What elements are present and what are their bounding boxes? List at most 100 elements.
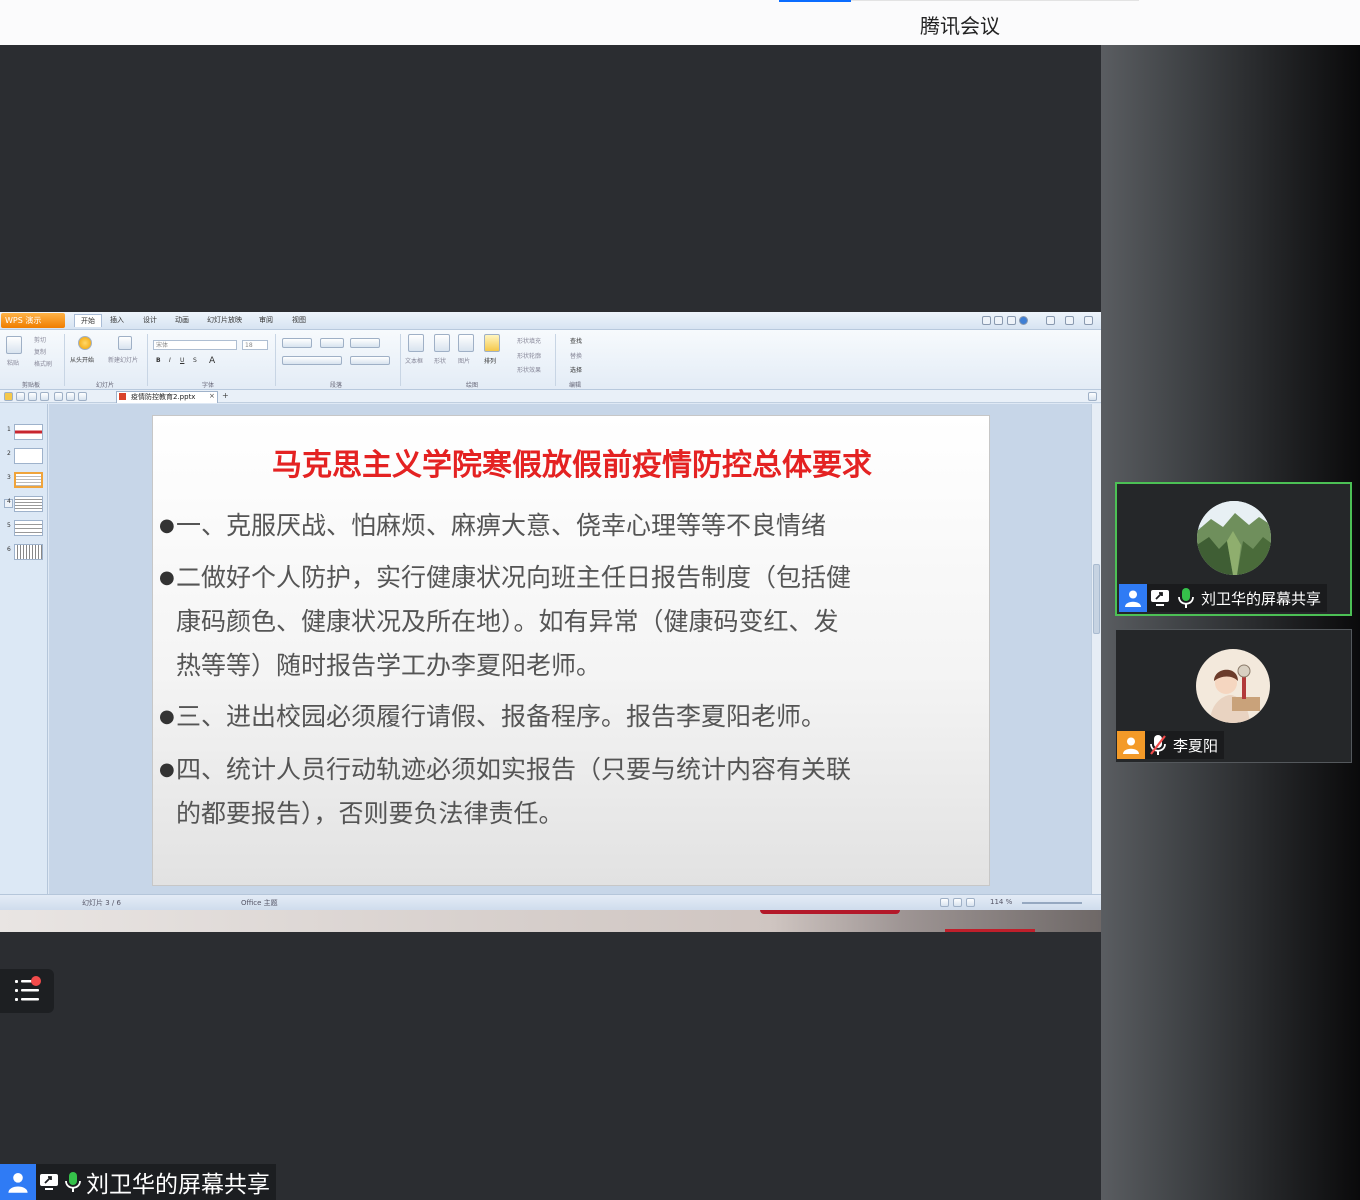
help-icon[interactable] bbox=[1019, 316, 1028, 325]
minimize-icon[interactable] bbox=[1046, 316, 1055, 325]
print-icon[interactable] bbox=[40, 392, 49, 401]
select-button[interactable]: 选择 bbox=[570, 365, 582, 374]
new-slide-label: 新建幻灯片 bbox=[108, 357, 139, 364]
save-icon[interactable] bbox=[16, 392, 25, 401]
scrollbar-thumb[interactable] bbox=[1093, 564, 1100, 634]
slide-thumbnail[interactable] bbox=[14, 520, 43, 536]
group-paragraph: 段落 bbox=[330, 382, 343, 389]
wps-logo-menu[interactable]: WPS 演示 bbox=[1, 313, 65, 328]
zoom-slider[interactable] bbox=[1022, 902, 1082, 904]
group-font: 字体 bbox=[202, 382, 215, 389]
font-name-select[interactable]: 宋体 bbox=[153, 340, 237, 350]
wps-tab-insert[interactable]: 插入 bbox=[110, 315, 124, 325]
presenter-name: 刘卫华的屏幕共享 bbox=[86, 1172, 270, 1198]
group-editing: 编辑 bbox=[569, 382, 582, 389]
wps-tab-animation[interactable]: 动画 bbox=[175, 315, 189, 325]
slide-counter: 幻灯片 3 / 6 bbox=[82, 899, 121, 907]
document-tab[interactable]: 疫情防控教育2.pptx bbox=[116, 391, 218, 403]
participant-tile-active[interactable]: 刘卫华的屏幕共享 bbox=[1115, 482, 1352, 616]
find-button[interactable]: 查找 bbox=[570, 336, 582, 345]
play-from-start-icon[interactable] bbox=[78, 336, 92, 350]
copy-button[interactable]: 复制 bbox=[34, 347, 46, 356]
slide-thumbnail-panel: 1 2 3 4 5 6 bbox=[0, 404, 48, 894]
document-tab-close-icon[interactable]: × bbox=[209, 392, 215, 400]
shape-effect-button[interactable]: 形状效果 bbox=[517, 365, 541, 374]
line-spacing-icon[interactable] bbox=[350, 338, 380, 348]
wps-tab-slideshow[interactable]: 幻灯片放映 bbox=[207, 315, 242, 325]
restore-icon[interactable] bbox=[1065, 316, 1074, 325]
slide-thumbnail[interactable] bbox=[14, 496, 43, 512]
avatar bbox=[1196, 649, 1270, 723]
decorative-strip bbox=[760, 910, 900, 914]
skin-icon[interactable] bbox=[994, 316, 1003, 325]
slide-thumbnail[interactable] bbox=[14, 448, 43, 464]
undo-icon[interactable] bbox=[66, 392, 75, 401]
ribbon-collapse-icon[interactable] bbox=[982, 316, 991, 325]
zoom-level: 114 % bbox=[990, 898, 1013, 906]
wps-tab-review[interactable]: 审阅 bbox=[259, 315, 273, 325]
app-title: 腾讯会议 bbox=[920, 14, 1000, 38]
tab-list-icon[interactable] bbox=[1088, 392, 1097, 401]
microphone-on-icon bbox=[1173, 584, 1199, 612]
wps-tab-design[interactable]: 设计 bbox=[143, 315, 157, 325]
strike-button[interactable]: S bbox=[193, 357, 197, 364]
picture-icon[interactable] bbox=[458, 334, 474, 352]
play-from-start-label: 从头开始 bbox=[70, 357, 95, 364]
sorter-view-icon[interactable] bbox=[953, 898, 962, 907]
bullet-item: ● 四、统计人员行动轨迹必须如实报告（只要与统计内容有关联 的都要报告），否则要… bbox=[159, 755, 852, 828]
meeting-menu-button[interactable] bbox=[0, 969, 54, 1013]
bold-button[interactable]: B bbox=[156, 357, 161, 364]
window-titlebar: 腾讯会议 bbox=[0, 0, 1360, 45]
slide-thumbnail[interactable] bbox=[14, 544, 43, 560]
presentation-slide: 马克思主义学院寒假放假前疫情防控总体要求 ● 一、克服厌战、怕麻烦、麻痹大意、侥… bbox=[152, 415, 990, 886]
save-as-icon[interactable] bbox=[28, 392, 37, 401]
participant-tile[interactable]: 李夏阳 bbox=[1115, 629, 1352, 763]
cut-button[interactable]: 剪切 bbox=[34, 335, 46, 344]
slide-thumbnail-selected[interactable] bbox=[14, 472, 43, 488]
avatar bbox=[1197, 501, 1271, 575]
screen-share-icon bbox=[1147, 584, 1173, 612]
italic-button[interactable]: I bbox=[169, 357, 171, 364]
underline-button[interactable]: U bbox=[180, 357, 184, 364]
columns-icon[interactable] bbox=[350, 356, 390, 365]
preview-icon[interactable] bbox=[54, 392, 63, 401]
normal-view-icon[interactable] bbox=[940, 898, 949, 907]
settings-icon[interactable] bbox=[1007, 316, 1016, 325]
textbox-label: 文本框 bbox=[405, 358, 424, 365]
new-slide-icon[interactable] bbox=[118, 336, 132, 350]
textbox-icon[interactable] bbox=[408, 334, 424, 352]
shape-outline-button[interactable]: 形状轮廓 bbox=[517, 351, 541, 360]
participants-panel bbox=[1101, 45, 1360, 1200]
redo-icon[interactable] bbox=[78, 392, 87, 401]
participant-name-bar: 李夏阳 bbox=[1117, 731, 1225, 759]
font-size-select[interactable]: 18 bbox=[242, 340, 268, 350]
shape-icon[interactable] bbox=[434, 334, 450, 352]
pptx-file-icon bbox=[119, 393, 126, 400]
font-color-button[interactable]: A bbox=[209, 356, 215, 366]
participant-name: 刘卫华的屏幕共享 bbox=[1201, 589, 1322, 608]
new-tab-plus-icon[interactable]: + bbox=[222, 391, 229, 400]
vertical-scrollbar[interactable] bbox=[1091, 404, 1101, 894]
align-icons[interactable] bbox=[282, 356, 342, 365]
wps-status-bar: 幻灯片 3 / 6 Office 主题 114 % bbox=[0, 894, 1101, 910]
wps-document-tabs: 疫情防控教育2.pptx × + bbox=[0, 390, 1101, 403]
bullets-icon[interactable] bbox=[282, 338, 312, 348]
replace-button[interactable]: 替换 bbox=[570, 351, 582, 360]
participant-name-bar: 刘卫华的屏幕共享 bbox=[1119, 584, 1328, 612]
close-icon[interactable] bbox=[1084, 316, 1093, 325]
wps-tab-home[interactable]: 开始 bbox=[74, 314, 102, 327]
reading-view-icon[interactable] bbox=[966, 898, 975, 907]
wps-menubar: WPS 演示 开始 插入 设计 动画 幻灯片放映 审阅 视图 bbox=[0, 312, 1101, 330]
slide-thumbnail[interactable] bbox=[14, 424, 43, 440]
microphone-muted-icon bbox=[1145, 731, 1171, 759]
paste-icon[interactable] bbox=[6, 336, 22, 354]
format-painter-button[interactable]: 格式刷 bbox=[34, 359, 52, 368]
decorative-strip bbox=[945, 929, 1035, 932]
bullet-item: ● 一、克服厌战、怕麻烦、麻痹大意、侥幸心理等等不良情绪 bbox=[159, 511, 827, 540]
indent-icon[interactable] bbox=[320, 338, 344, 348]
wps-tab-view[interactable]: 视图 bbox=[292, 315, 306, 325]
open-icon[interactable] bbox=[4, 392, 13, 401]
list-menu-icon bbox=[15, 980, 39, 1001]
shape-fill-button[interactable]: 形状填充 bbox=[517, 336, 541, 345]
arrange-icon[interactable] bbox=[484, 334, 500, 352]
